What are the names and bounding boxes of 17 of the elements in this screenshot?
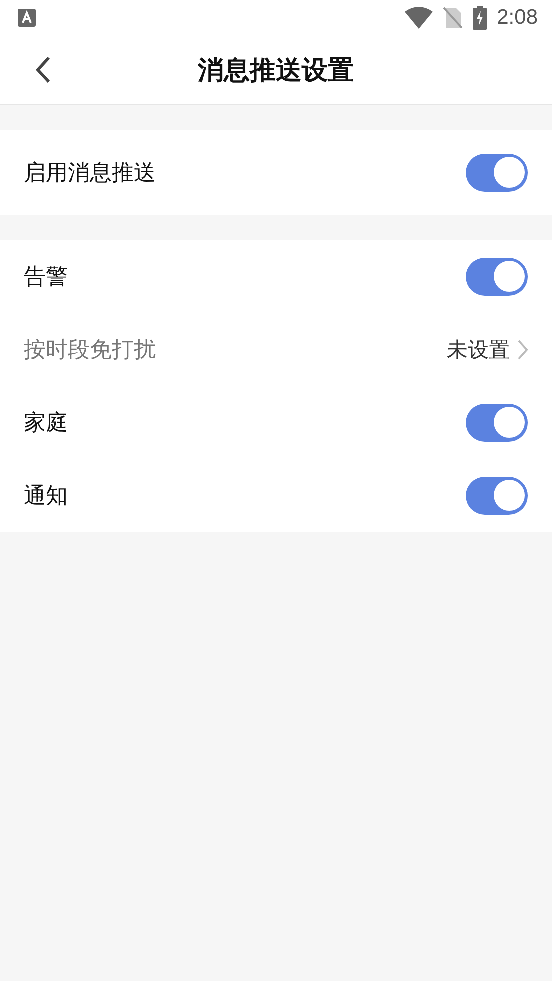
setting-label: 家庭 xyxy=(24,410,68,438)
setting-value-link[interactable]: 未设置 xyxy=(447,336,528,364)
setting-label: 启用消息推送 xyxy=(24,160,156,188)
app-notification-icon xyxy=(18,9,36,27)
battery-charging-icon xyxy=(473,6,488,30)
setting-label: 通知 xyxy=(24,482,68,510)
toggle-switch[interactable] xyxy=(466,154,528,192)
toggle-switch[interactable] xyxy=(466,476,528,514)
setting-label: 按时段免打扰 xyxy=(24,336,156,364)
setting-label: 告警 xyxy=(24,264,68,292)
toggle-switch[interactable] xyxy=(466,404,528,442)
page-title: 消息推送设置 xyxy=(198,54,354,88)
toggle-switch[interactable] xyxy=(466,258,528,296)
wifi-icon xyxy=(405,7,434,29)
no-sim-icon xyxy=(443,7,464,29)
status-time: 2:08 xyxy=(497,6,538,30)
chevron-right-icon xyxy=(518,340,528,360)
